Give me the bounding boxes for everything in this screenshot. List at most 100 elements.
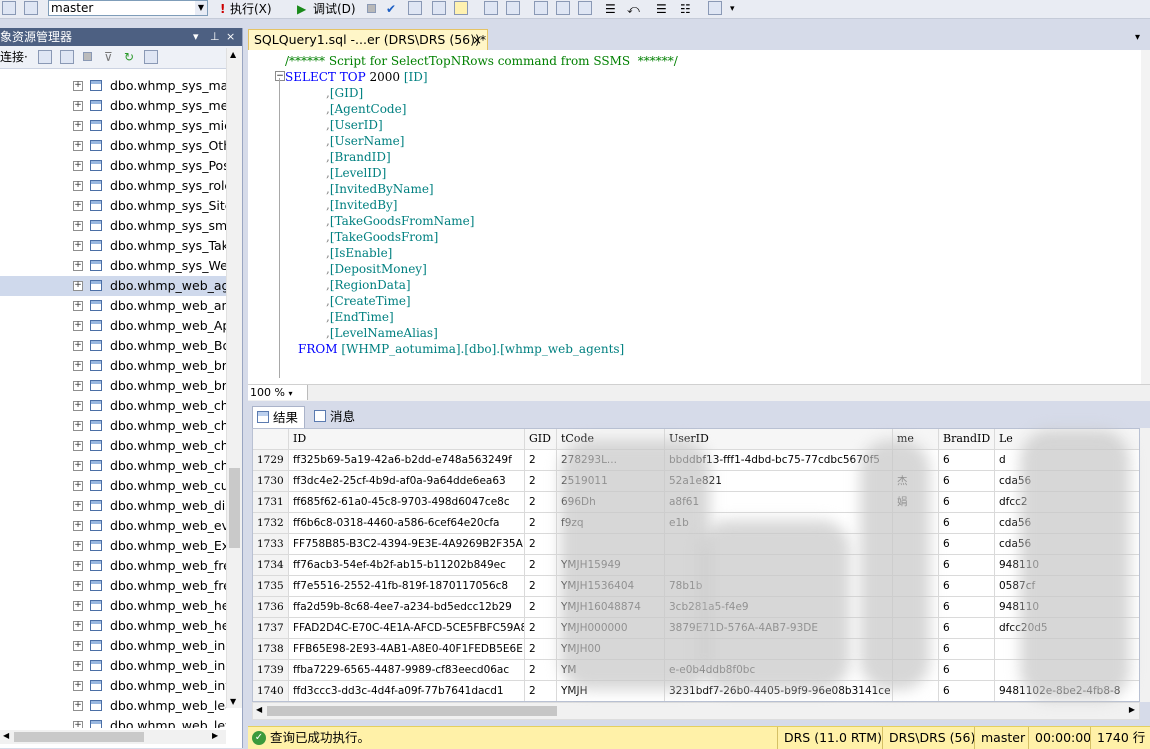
tree-item-table[interactable]: + dbo.whmp_web_Exc bbox=[0, 536, 226, 556]
pin-icon[interactable]: ⊥ bbox=[210, 28, 220, 46]
column-header[interactable]: ID bbox=[289, 429, 525, 449]
table-cell[interactable]: FFAD2D4C-E70C-4E1A-AFCD-5CE5FBFC59A8 bbox=[289, 618, 525, 638]
expand-icon[interactable]: + bbox=[73, 401, 83, 411]
tree-item-table[interactable]: + dbo.whmp_web_cus bbox=[0, 476, 226, 496]
results-to-text-icon[interactable] bbox=[484, 1, 498, 15]
query-designer-icon[interactable] bbox=[432, 1, 446, 15]
object-explorer-icon[interactable] bbox=[24, 1, 38, 15]
expand-icon[interactable]: + bbox=[73, 101, 83, 111]
expand-icon[interactable]: + bbox=[73, 661, 83, 671]
table-cell[interactable]: 6 bbox=[939, 450, 995, 470]
debug-icon[interactable]: ▶ bbox=[297, 1, 306, 17]
tree-item-table[interactable]: + dbo.whmp_web_cha bbox=[0, 436, 226, 456]
grid-scrollbar[interactable] bbox=[1140, 428, 1150, 702]
tree-item-table[interactable]: + dbo.whmp_sys_sms bbox=[0, 216, 226, 236]
table-cell[interactable]: 2 bbox=[525, 660, 557, 680]
tree-item-table[interactable]: + dbo.whmp_web_cha bbox=[0, 396, 226, 416]
table-cell[interactable]: FF758B85-B3C2-4394-9E3E-4A9269B2F35A bbox=[289, 534, 525, 554]
table-cell[interactable]: ff76acb3-54ef-4b2f-ab15-b11202b849ec bbox=[289, 555, 525, 575]
tree-item-table[interactable]: + dbo.whmp_sys_mer bbox=[0, 96, 226, 116]
table-cell[interactable]: 2 bbox=[525, 534, 557, 554]
row-number[interactable]: 1737 bbox=[253, 618, 289, 638]
table-cell[interactable]: ff6b6c8-0318-4460-a586-6cef64e20cfa bbox=[289, 513, 525, 533]
execute-button[interactable]: 执行(X) bbox=[230, 1, 272, 17]
expand-icon[interactable]: + bbox=[73, 261, 83, 271]
column-header[interactable]: GID bbox=[525, 429, 557, 449]
table-cell[interactable]: ffa2d59b-8c68-4ee7-a234-bd5edcc12b29 bbox=[289, 597, 525, 617]
scroll-thumb[interactable] bbox=[229, 468, 240, 548]
expand-icon[interactable]: + bbox=[73, 361, 83, 371]
scroll-up-icon[interactable]: ▲ bbox=[230, 50, 236, 59]
table-cell[interactable]: 2 bbox=[525, 681, 557, 701]
tab-sqlquery1[interactable]: SQLQuery1.sql -...er (DRS\DRS (56))* × bbox=[248, 29, 488, 50]
tree-item-table[interactable]: + dbo.whmp_sys_role bbox=[0, 176, 226, 196]
decrease-indent-icon[interactable]: ☰ bbox=[605, 1, 616, 17]
scroll-right-icon[interactable]: ▶ bbox=[212, 731, 218, 740]
row-number[interactable]: 1729 bbox=[253, 450, 289, 470]
chevron-down-icon[interactable]: ▾ bbox=[193, 28, 199, 46]
tree-item-table[interactable]: + dbo.whmp_web_lev bbox=[0, 716, 226, 728]
uncomment-icon[interactable] bbox=[578, 1, 592, 15]
scroll-left-icon[interactable]: ◀ bbox=[256, 705, 262, 714]
table-cell[interactable]: 2 bbox=[525, 492, 557, 512]
tree-item-table[interactable]: + dbo.whmp_web_lea bbox=[0, 696, 226, 716]
tree-item-table[interactable]: + dbo.whmp_web_hel bbox=[0, 596, 226, 616]
tree-item-table[interactable]: + dbo.whmp_web_Bo bbox=[0, 336, 226, 356]
table-cell[interactable]: 6 bbox=[939, 597, 995, 617]
include-plan-icon[interactable] bbox=[454, 1, 468, 15]
chevron-down-icon[interactable]: ▾ bbox=[1135, 32, 1140, 43]
table-cell[interactable]: 6 bbox=[939, 534, 995, 554]
expand-icon[interactable]: + bbox=[73, 481, 83, 491]
tree-item-table[interactable]: + dbo.whmp_sys_micr bbox=[0, 116, 226, 136]
table-cell[interactable]: 2 bbox=[525, 576, 557, 596]
table-cell[interactable]: 2 bbox=[525, 471, 557, 491]
stop-icon[interactable] bbox=[367, 4, 376, 13]
expand-icon[interactable]: + bbox=[73, 641, 83, 651]
expand-icon[interactable]: + bbox=[73, 301, 83, 311]
tree-item-table[interactable]: + dbo.whmp_web_Ap bbox=[0, 316, 226, 336]
tree-item-table[interactable]: + dbo.whmp_web_age bbox=[0, 276, 226, 296]
expand-icon[interactable]: + bbox=[73, 561, 83, 571]
expand-icon[interactable]: + bbox=[73, 161, 83, 171]
row-number[interactable]: 1738 bbox=[253, 639, 289, 659]
table-cell[interactable]: 6 bbox=[939, 618, 995, 638]
expand-icon[interactable]: + bbox=[73, 381, 83, 391]
specify-values-icon[interactable]: ☰ bbox=[656, 1, 667, 17]
tree-item-table[interactable]: + dbo.whmp_sys_Othe bbox=[0, 136, 226, 156]
display-plan-icon[interactable] bbox=[408, 1, 422, 15]
table-cell[interactable]: ff7e5516-2552-41fb-819f-1870117056c8 bbox=[289, 576, 525, 596]
tree-item-table[interactable]: + dbo.whmp_web_cha bbox=[0, 456, 226, 476]
row-number[interactable]: 1730 bbox=[253, 471, 289, 491]
tree-item-table[interactable]: + dbo.whmp_web_fre bbox=[0, 576, 226, 596]
expand-icon[interactable]: + bbox=[73, 181, 83, 191]
chevron-down-icon[interactable]: ▼ bbox=[195, 1, 207, 15]
tree-item-table[interactable]: + dbo.whmp_web_inv bbox=[0, 676, 226, 696]
row-number[interactable]: 1740 bbox=[253, 681, 289, 701]
table-cell[interactable]: 2 bbox=[525, 450, 557, 470]
tree-item-table[interactable]: + dbo.whmp_sys_Post bbox=[0, 156, 226, 176]
expand-icon[interactable]: + bbox=[73, 681, 83, 691]
results-to-file-icon[interactable] bbox=[534, 1, 548, 15]
row-number[interactable]: 1736 bbox=[253, 597, 289, 617]
parse-icon[interactable]: ✔ bbox=[386, 1, 396, 17]
table-cell[interactable]: 2 bbox=[525, 513, 557, 533]
scroll-thumb[interactable] bbox=[14, 732, 144, 742]
chevron-down-icon[interactable]: ▾ bbox=[288, 389, 292, 398]
expand-icon[interactable]: + bbox=[73, 241, 83, 251]
table-cell[interactable]: FFB65E98-2E93-4AB1-A8E0-40F1FEDB5E6E bbox=[289, 639, 525, 659]
table-cell[interactable]: 6 bbox=[939, 576, 995, 596]
row-number[interactable]: 1732 bbox=[253, 513, 289, 533]
template-icon[interactable]: ☷ bbox=[680, 1, 691, 17]
tree-item-table[interactable]: + dbo.whmp_web_ind bbox=[0, 636, 226, 656]
tree-item-table[interactable]: + dbo.whmp_sys_Take bbox=[0, 236, 226, 256]
expand-icon[interactable]: + bbox=[73, 701, 83, 711]
table-cell[interactable]: ffba7229-6565-4487-9989-cf83eecd06ac bbox=[289, 660, 525, 680]
expand-icon[interactable]: + bbox=[73, 501, 83, 511]
table-cell[interactable]: 6 bbox=[939, 639, 995, 659]
expand-icon[interactable]: + bbox=[73, 601, 83, 611]
scroll-left-icon[interactable]: ◀ bbox=[3, 731, 9, 740]
table-cell[interactable]: 6 bbox=[939, 555, 995, 575]
tree-item-table[interactable]: + dbo.whmp_web_hel bbox=[0, 616, 226, 636]
results-to-grid-icon[interactable] bbox=[506, 1, 520, 15]
expand-icon[interactable]: + bbox=[73, 581, 83, 591]
